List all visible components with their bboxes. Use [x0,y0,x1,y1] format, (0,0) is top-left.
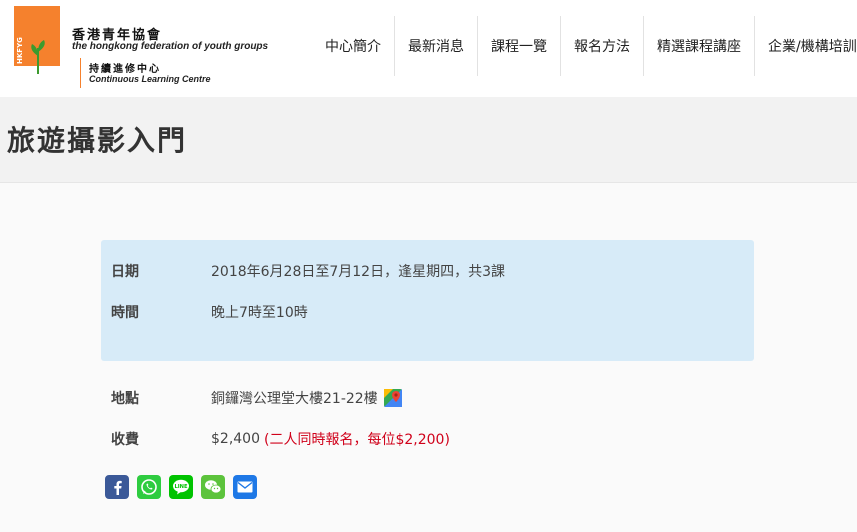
whatsapp-icon[interactable] [137,475,161,499]
time-label: 時間 [111,305,139,321]
logo-text: HKFYG [16,37,24,64]
svg-text:LINE: LINE [174,484,188,490]
venue-label: 地點 [111,391,139,407]
fee-value-wrap: $2,400 (二人同時報名，每位$2,200) [211,429,450,449]
nav-item-about[interactable]: 中心簡介 [312,16,395,76]
wechat-icon[interactable] [201,475,225,499]
nav-item-enrollment[interactable]: 報名方法 [561,16,644,76]
site-header: HKFYG 香港青年協會 the hongkong federation of … [0,0,857,97]
line-icon[interactable]: LINE [169,475,193,499]
venue-value-wrap: 銅鑼灣公理堂大樓21-22樓 [211,388,402,408]
fee-discount-note: (二人同時報名，每位$2,200) [264,432,450,448]
date-label: 日期 [111,264,139,280]
share-bar: LINE [105,475,257,499]
hkfyg-logo[interactable]: HKFYG [14,6,60,74]
email-icon[interactable] [233,475,257,499]
main-nav: 中心簡介 最新消息 課程一覽 報名方法 精選課程講座 企業/機構培訓 [312,16,857,76]
clc-name-en: Continuous Learning Centre [89,74,211,84]
fee-value: $2,400 [211,431,260,447]
facebook-icon[interactable] [105,475,129,499]
org-name-en: the hongkong federation of youth groups [72,41,269,52]
title-band: 旅遊攝影入門 [0,97,857,183]
sprout-icon [31,40,45,74]
nav-item-corporate-training[interactable]: 企業/機構培訓 [755,16,857,76]
course-schedule-box: 日期 2018年6月28日至7月12日，逢星期四，共3課 時間 晚上7時至10時 [101,240,754,361]
clc-divider [80,58,81,88]
nav-item-news[interactable]: 最新消息 [395,16,478,76]
fee-label: 收費 [111,432,139,448]
clc-name-cn: 持續進修中心 [89,64,161,75]
nav-item-courses[interactable]: 課程一覽 [478,16,561,76]
page-title: 旅遊攝影入門 [7,124,188,157]
google-maps-icon[interactable] [383,389,402,407]
date-value: 2018年6月28日至7月12日，逢星期四，共3課 [211,264,505,280]
venue-value: 銅鑼灣公理堂大樓21-22樓 [211,391,378,407]
nav-item-featured-lectures[interactable]: 精選課程講座 [644,16,755,76]
time-value: 晚上7時至10時 [211,305,308,321]
